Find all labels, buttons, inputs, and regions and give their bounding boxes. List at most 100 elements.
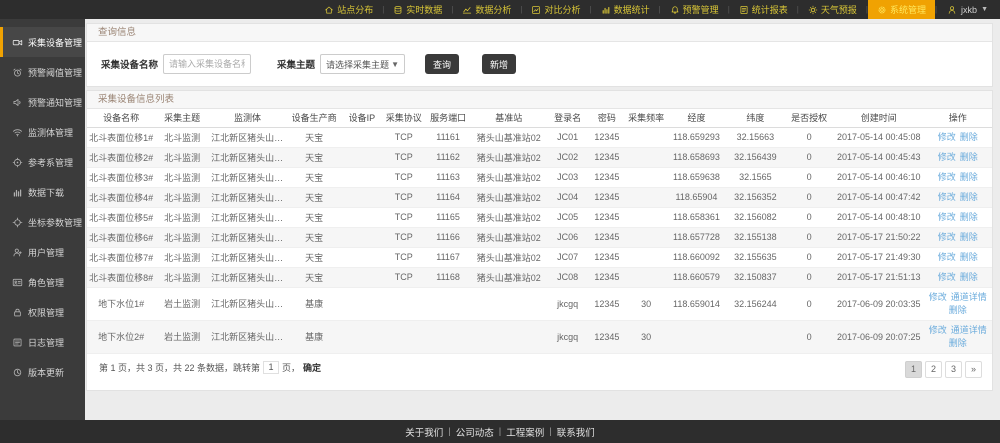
table-cell: 2017-05-14 00:46:10: [834, 167, 924, 187]
table-row: 地下水位1#岩土监测江北新区猪头山滑...基康jkcgq1234530118.6…: [87, 287, 992, 320]
database-icon: [393, 5, 403, 15]
action-link[interactable]: 修改: [938, 212, 956, 222]
table-cell: 猪头山基准站02: [470, 127, 547, 147]
nav-item-1[interactable]: 站点分布: [315, 0, 382, 19]
table-cell: 江北新区猪头山滑...: [209, 147, 286, 167]
column-header: 服务端口: [426, 109, 470, 127]
confirm-jump-button[interactable]: 确定: [303, 361, 321, 374]
table-cell: 北斗监测: [155, 267, 209, 287]
nav-item-4[interactable]: 对比分析: [522, 0, 589, 19]
nav-item-7[interactable]: 统计报表: [730, 0, 797, 19]
nav-item-3[interactable]: 数据分析: [453, 0, 520, 19]
action-link[interactable]: 删除: [960, 132, 978, 142]
action-link[interactable]: 修改: [938, 252, 956, 262]
next-page-button[interactable]: »: [965, 361, 982, 378]
sidebar-item-8[interactable]: 用户管理: [0, 237, 85, 267]
table-cell: TCP: [382, 167, 426, 187]
table-cell: 江北新区猪头山滑...: [209, 227, 286, 247]
table-cell: 12345: [588, 207, 626, 227]
sidebar-item-11[interactable]: 日志管理: [0, 327, 85, 357]
table-cell: [342, 167, 381, 187]
sidebar-item-9[interactable]: 角色管理: [0, 267, 85, 297]
footer-link-4[interactable]: 联系我们: [557, 425, 595, 439]
action-link[interactable]: 修改: [938, 132, 956, 142]
sidebar-item-3[interactable]: 预警通知管理: [0, 87, 85, 117]
footer-link-2[interactable]: 公司动态: [456, 425, 494, 439]
action-link[interactable]: 删除: [960, 152, 978, 162]
column-header: 是否授权: [784, 109, 834, 127]
action-link[interactable]: 修改: [938, 192, 956, 202]
action-link[interactable]: 删除: [960, 252, 978, 262]
action-link[interactable]: 通道详情: [951, 325, 987, 335]
table-cell: 天宝: [286, 127, 342, 147]
action-link[interactable]: 修改: [938, 232, 956, 242]
table-cell: 北斗表面位移2#: [87, 147, 155, 167]
row-actions: 修改通道详情删除: [924, 287, 992, 320]
search-button[interactable]: 查询: [425, 54, 459, 74]
footer-link-1[interactable]: 关于我们: [405, 425, 443, 439]
action-link[interactable]: 删除: [949, 338, 967, 348]
topic-select[interactable]: 请选择采集主题 ▼: [320, 54, 405, 74]
nav-item-5[interactable]: 数据统计: [592, 0, 659, 19]
add-button[interactable]: 新增: [482, 54, 516, 74]
action-link[interactable]: 修改: [938, 272, 956, 282]
sidebar-item-2[interactable]: 预警阈值管理: [0, 57, 85, 87]
action-link[interactable]: 修改: [938, 172, 956, 182]
footer-link-3[interactable]: 工程案例: [506, 425, 544, 439]
device-name-input[interactable]: [163, 54, 251, 74]
table-cell: 江北新区猪头山滑...: [209, 127, 286, 147]
table-cell: TCP: [382, 247, 426, 267]
table-cell: 猪头山基准站02: [470, 187, 547, 207]
sidebar-item-10[interactable]: 权限管理: [0, 297, 85, 327]
sidebar-item-7[interactable]: 坐标参数管理: [0, 207, 85, 237]
table-cell: 118.659638: [667, 167, 727, 187]
table-cell: [342, 247, 381, 267]
table-cell: 2017-05-14 00:45:43: [834, 147, 924, 167]
table-cell: 天宝: [286, 147, 342, 167]
jump-page-input[interactable]: [263, 361, 279, 374]
table-cell: 天宝: [286, 267, 342, 287]
table-cell: JC02: [547, 147, 588, 167]
table-cell: 基康: [286, 287, 342, 320]
action-link[interactable]: 修改: [938, 152, 956, 162]
table-cell: 2017-05-14 00:47:42: [834, 187, 924, 207]
sidebar-item-label: 监测体管理: [28, 126, 73, 139]
table-cell: 猪头山基准站02: [470, 267, 547, 287]
action-link[interactable]: 删除: [960, 192, 978, 202]
sidebar-item-label: 预警通知管理: [28, 96, 82, 109]
action-link[interactable]: 删除: [960, 212, 978, 222]
nav-item-8[interactable]: 天气预报: [799, 0, 866, 19]
user-manage-icon: [12, 247, 23, 258]
action-link[interactable]: 修改: [929, 325, 947, 335]
sidebar-item-4[interactable]: 监测体管理: [0, 117, 85, 147]
sidebar-item-6[interactable]: 数据下载: [0, 177, 85, 207]
table-cell: [470, 320, 547, 353]
sidebar-item-label: 日志管理: [28, 336, 64, 349]
sidebar-item-12[interactable]: 版本更新: [0, 357, 85, 387]
action-link[interactable]: 删除: [960, 172, 978, 182]
table-cell: TCP: [382, 187, 426, 207]
table-cell: 118.658693: [667, 147, 727, 167]
nav-item-9[interactable]: 系统管理: [868, 0, 935, 19]
action-link[interactable]: 通道详情: [951, 292, 987, 302]
column-header: 经度: [667, 109, 727, 127]
table-cell: 0: [784, 187, 834, 207]
action-link[interactable]: 删除: [960, 232, 978, 242]
sidebar-item-1[interactable]: 采集设备管理: [0, 27, 85, 57]
action-link[interactable]: 删除: [949, 305, 967, 315]
page-button-3[interactable]: 3: [945, 361, 962, 378]
table-cell: jkcgq: [547, 320, 588, 353]
table-cell: 30: [626, 320, 667, 353]
action-link[interactable]: 修改: [929, 292, 947, 302]
nav-item-label: 实时数据: [406, 3, 442, 16]
column-header: 采集主题: [155, 109, 209, 127]
action-link[interactable]: 删除: [960, 272, 978, 282]
nav-item-2[interactable]: 实时数据: [384, 0, 451, 19]
sidebar-item-5[interactable]: 参考系管理: [0, 147, 85, 177]
user-menu[interactable]: jxkb ▼: [937, 0, 1000, 19]
page-button-2[interactable]: 2: [925, 361, 942, 378]
table-cell: 江北新区猪头山滑...: [209, 267, 286, 287]
nav-item-6[interactable]: 预警管理: [661, 0, 728, 19]
page-button-1[interactable]: 1: [905, 361, 922, 378]
pagination-text: 第 1 页，共 3 页，共 22 条数据，跳转第: [99, 361, 260, 374]
